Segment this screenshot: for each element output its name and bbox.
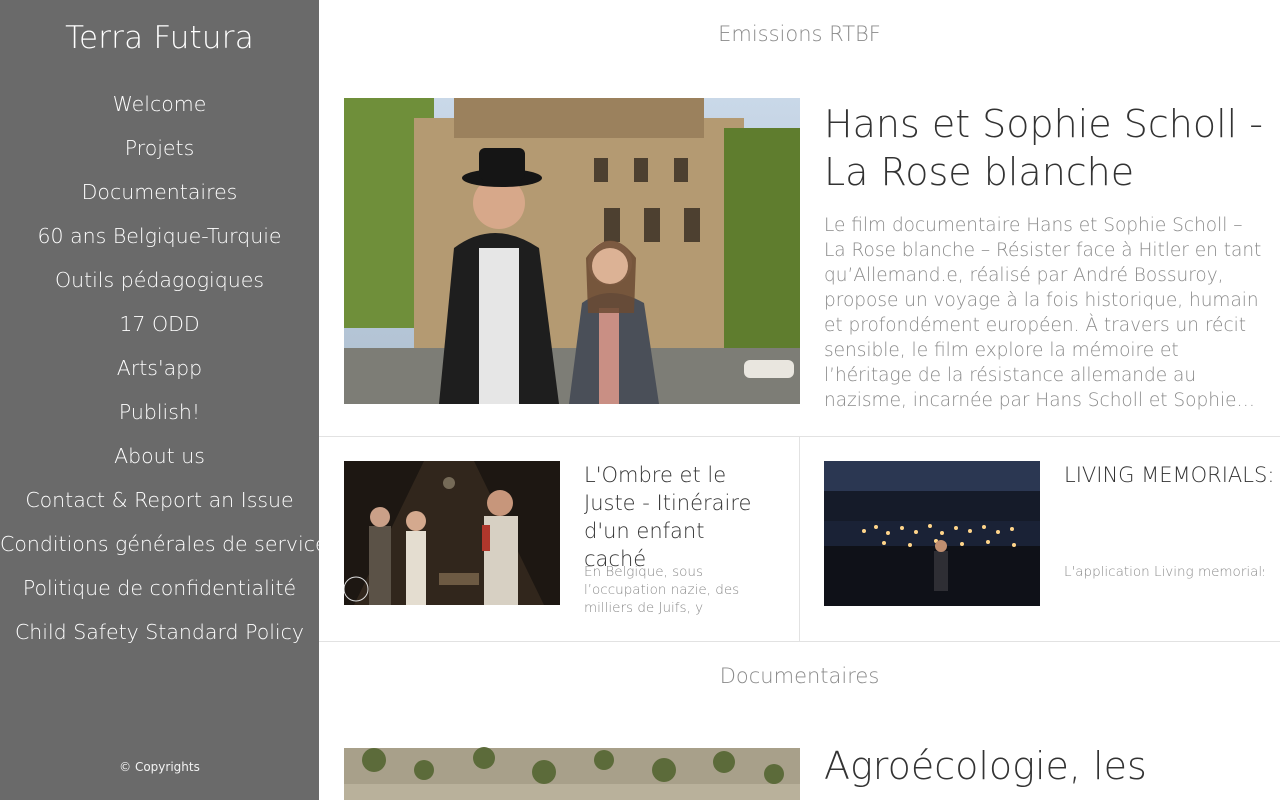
card-photo xyxy=(344,461,560,605)
nav-item-about-us[interactable]: About us xyxy=(0,434,319,478)
hero-image[interactable] xyxy=(344,98,800,404)
sidebar: Terra Futura Welcome Projets Documentair… xyxy=(0,0,328,800)
card-photo xyxy=(824,461,1040,606)
nav-item-documentaires[interactable]: Documentaires xyxy=(0,170,319,214)
nav-item-welcome[interactable]: Welcome xyxy=(0,82,319,126)
nav-item-17-odd[interactable]: 17 ODD xyxy=(0,302,319,346)
card-title-ombre[interactable]: L'Ombre et le Juste - Itinéraire d'un en… xyxy=(584,461,769,573)
section-title-documentaires: Documentaires xyxy=(719,664,880,688)
card-excerpt-ombre: En Belgique, sous l’occupation nazie, de… xyxy=(584,564,740,619)
site-title[interactable]: Terra Futura xyxy=(0,20,319,56)
divider xyxy=(319,641,1280,642)
section-title-emissions: Emissions RTBF xyxy=(718,22,881,46)
next-article-image[interactable] xyxy=(344,740,800,800)
card-image-living-memorials[interactable] xyxy=(824,461,1040,606)
nav-item-privacy[interactable]: Politique de confidentialité xyxy=(0,566,319,610)
divider xyxy=(799,437,800,641)
nav-item-projets[interactable]: Projets xyxy=(0,126,319,170)
nav-item-conditions[interactable]: Conditions générales de service xyxy=(0,522,328,566)
nav-item-publish[interactable]: Publish! xyxy=(0,390,319,434)
next-photo xyxy=(344,740,800,800)
nav-item-arts-app[interactable]: Arts'app xyxy=(0,346,319,390)
next-article-title[interactable]: Agroécologie, les xyxy=(824,742,1264,790)
main-nav: Welcome Projets Documentaires 60 ans Bel… xyxy=(0,82,328,654)
nav-item-outils-pedagogiques[interactable]: Outils pédagogiques xyxy=(0,258,319,302)
hero-article-excerpt: Le film documentaire Hans et Sophie Scho… xyxy=(824,215,1262,411)
hero-photo xyxy=(344,98,800,404)
card-image-ombre[interactable] xyxy=(344,461,560,605)
nav-item-contact[interactable]: Contact & Report an Issue xyxy=(0,478,319,522)
card-title-living-memorials[interactable]: LIVING MEMORIALS: {Re}vitalize digita… xyxy=(1064,461,1280,489)
nav-item-belgique-turquie[interactable]: 60 ans Belgique-Turquie xyxy=(0,214,319,258)
nav-item-child-safety[interactable]: Child Safety Standard Policy xyxy=(0,610,319,654)
main-content: Emissions RTBF Hans et Sophie Scholl - L… xyxy=(319,0,1280,800)
hero-article-title[interactable]: Hans et Sophie Scholl - La Rose blanche xyxy=(824,100,1264,196)
copyright: © Copyrights xyxy=(119,760,200,774)
card-excerpt-living-memorials: L'application Living memorials xyxy=(1064,564,1264,580)
